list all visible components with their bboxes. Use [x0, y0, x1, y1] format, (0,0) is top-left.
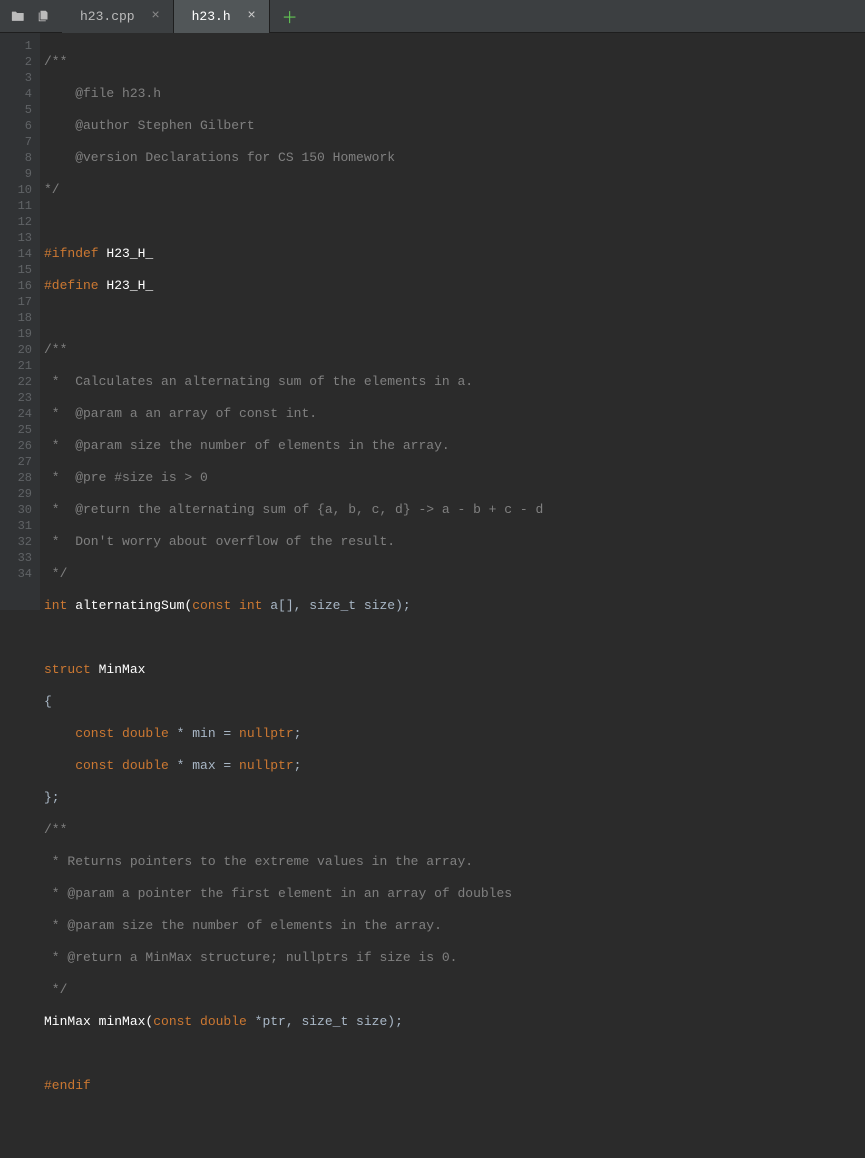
line-number: 20	[0, 342, 32, 358]
code-text: #endif	[44, 1078, 91, 1093]
line-number: 32	[0, 534, 32, 550]
line-number: 5	[0, 102, 32, 118]
code-text: */	[44, 982, 67, 997]
line-number: 33	[0, 550, 32, 566]
folder-icon[interactable]	[10, 8, 26, 24]
code-text: * @return a MinMax structure; nullptrs i…	[44, 950, 457, 965]
line-number: 7	[0, 134, 32, 150]
code-text: @author Stephen Gilbert	[44, 118, 255, 133]
tab-h23-h[interactable]: h23.h ×	[174, 0, 270, 33]
code-text: * @param a an array of const int.	[44, 406, 317, 421]
code-text: @file h23.h	[44, 86, 161, 101]
code-text: H23_H_	[106, 246, 153, 261]
code-text: a[], size_t size);	[262, 598, 410, 613]
line-number: 2	[0, 54, 32, 70]
code-text: * max =	[177, 758, 239, 773]
code-text: const double	[44, 726, 177, 741]
code-text: ;	[294, 726, 302, 741]
line-number: 23	[0, 390, 32, 406]
code-text: */	[44, 566, 67, 581]
code-text: * @param a pointer the first element in …	[44, 886, 512, 901]
tab-label: h23.cpp	[80, 9, 135, 24]
line-number: 19	[0, 326, 32, 342]
line-number: 18	[0, 310, 32, 326]
code-text: * Calculates an alternating sum of the e…	[44, 374, 473, 389]
close-icon[interactable]: ×	[149, 9, 163, 23]
code-text: const double	[44, 758, 177, 773]
code-text: MinMax	[91, 662, 146, 677]
code-text: };	[44, 790, 60, 805]
line-number: 26	[0, 438, 32, 454]
code-text: #define	[44, 278, 106, 293]
line-number: 3	[0, 70, 32, 86]
line-number: 8	[0, 150, 32, 166]
line-number: 4	[0, 86, 32, 102]
line-number: 13	[0, 230, 32, 246]
line-number: 29	[0, 486, 32, 502]
code-text: int	[44, 598, 67, 613]
code-text: * @pre #size is > 0	[44, 470, 208, 485]
close-icon[interactable]: ×	[245, 9, 259, 23]
code-text: /**	[44, 342, 67, 357]
code-text: nullptr	[239, 726, 294, 741]
line-number: 30	[0, 502, 32, 518]
line-number: 10	[0, 182, 32, 198]
code-editor[interactable]: /** @file h23.h @author Stephen Gilbert …	[40, 33, 865, 610]
line-number: 6	[0, 118, 32, 134]
code-text: * Returns pointers to the extreme values…	[44, 854, 473, 869]
code-text: * Don't worry about overflow of the resu…	[44, 534, 395, 549]
tab-h23-cpp[interactable]: h23.cpp ×	[62, 0, 174, 33]
code-text: /**	[44, 822, 67, 837]
line-number: 34	[0, 566, 32, 582]
line-number: 9	[0, 166, 32, 182]
line-number: 24	[0, 406, 32, 422]
line-number-gutter: 1234567891011121314151617181920212223242…	[0, 33, 40, 610]
code-text: *ptr, size_t size);	[255, 1014, 403, 1029]
line-number: 16	[0, 278, 32, 294]
line-number: 22	[0, 374, 32, 390]
tab-bar: h23.cpp × h23.h × ＋	[0, 0, 865, 33]
tab-label: h23.h	[192, 9, 231, 24]
line-number: 1	[0, 38, 32, 54]
line-number: 31	[0, 518, 32, 534]
code-text: /**	[44, 54, 67, 69]
code-text: nullptr	[239, 758, 294, 773]
code-text: const double	[153, 1014, 254, 1029]
code-text: #ifndef	[44, 246, 106, 261]
code-text: ;	[294, 758, 302, 773]
tab-bar-left-icons	[0, 8, 62, 24]
code-text: * @return the alternating sum of {a, b, …	[44, 502, 543, 517]
code-text: * min =	[177, 726, 239, 741]
code-text: * @param size the number of elements in …	[44, 918, 442, 933]
code-text: {	[44, 694, 52, 709]
code-text: */	[44, 182, 60, 197]
line-number: 11	[0, 198, 32, 214]
line-number: 17	[0, 294, 32, 310]
files-icon[interactable]	[36, 8, 52, 24]
code-text: * @param size the number of elements in …	[44, 438, 450, 453]
line-number: 14	[0, 246, 32, 262]
line-number: 12	[0, 214, 32, 230]
code-text: @version Declarations for CS 150 Homewor…	[44, 150, 395, 165]
line-number: 25	[0, 422, 32, 438]
code-text: struct	[44, 662, 91, 677]
code-text: alternatingSum(	[67, 598, 192, 613]
editor-area: 1234567891011121314151617181920212223242…	[0, 33, 865, 610]
line-number: 28	[0, 470, 32, 486]
add-tab-button[interactable]: ＋	[280, 6, 300, 26]
line-number: 21	[0, 358, 32, 374]
code-text: const int	[192, 598, 262, 613]
line-number: 27	[0, 454, 32, 470]
code-text: H23_H_	[106, 278, 153, 293]
code-text: MinMax minMax(	[44, 1014, 153, 1029]
line-number: 15	[0, 262, 32, 278]
